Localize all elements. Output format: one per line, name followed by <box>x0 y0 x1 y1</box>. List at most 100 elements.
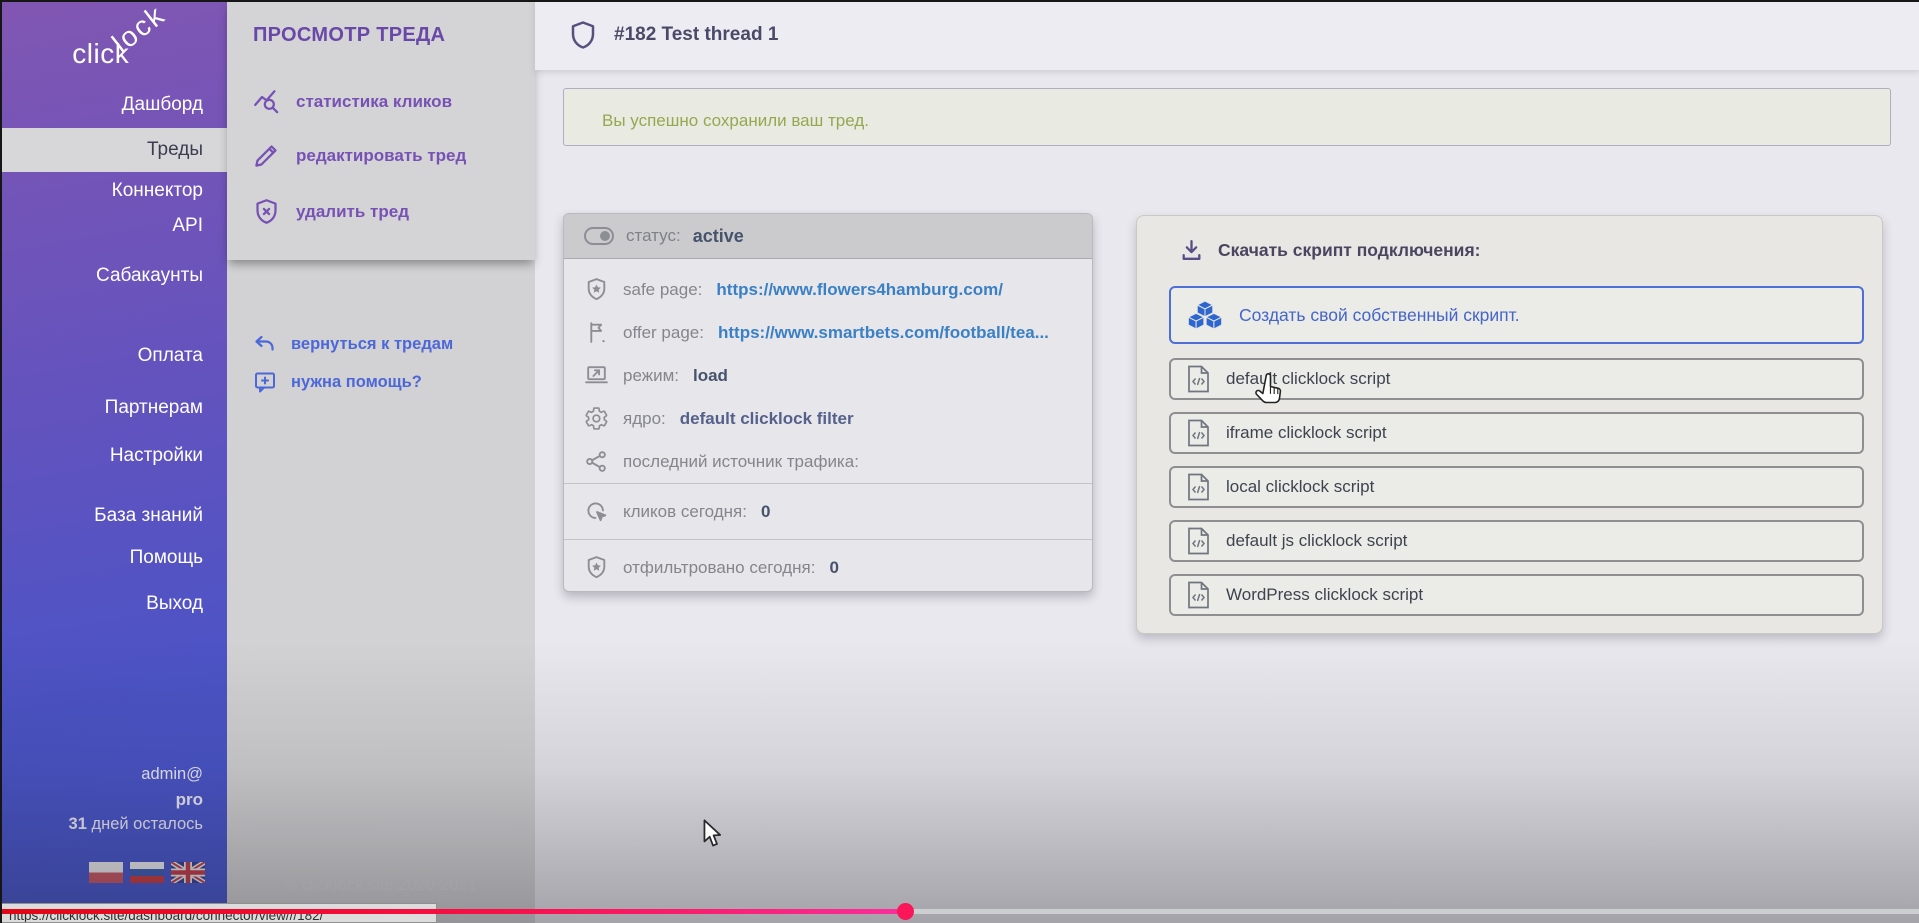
help-icon <box>253 370 277 394</box>
status-row-last-traffic-source: последний источник трафика: <box>564 440 1092 483</box>
script-button-label: WordPress clicklock script <box>1226 585 1423 605</box>
thread-menu-column: ПРОСМОТР ТРЕДА статистика кликов редакти… <box>227 0 535 923</box>
sidebar-item-payment[interactable]: Оплата <box>0 338 227 374</box>
status-row-mode: режим: load <box>564 354 1092 397</box>
link-back-to-threads[interactable]: вернуться к тредам <box>253 332 453 356</box>
page-header: #182 Test thread 1 <box>535 0 1919 70</box>
shield-star-icon <box>584 555 609 580</box>
thread-menu-title: ПРОСМОТР ТРЕДА <box>253 24 445 47</box>
thread-status-card: статус: active safe page: https://www.fl… <box>563 213 1093 592</box>
days-left-number: 31 <box>69 815 87 833</box>
row-label: offer page: <box>623 323 704 343</box>
row-label: режим: <box>623 366 679 386</box>
wordpress-clicklock-script-button[interactable]: WordPress clicklock script <box>1169 574 1864 616</box>
uk-flag-icon[interactable] <box>171 862 205 883</box>
sidebar-item-knowledge-base[interactable]: База знаний <box>0 498 227 534</box>
download-icon <box>1179 238 1204 263</box>
sidebar-item-threads[interactable]: Треды <box>0 128 227 172</box>
sidebar: clicklock Дашборд Треды Коннектор API Са… <box>0 0 227 923</box>
sidebar-item-logout[interactable]: Выход <box>0 586 227 622</box>
scripts-panel-title: Скачать скрипт подключения: <box>1179 238 1480 263</box>
menu-link-label: вернуться к тредам <box>291 335 453 354</box>
link-need-help[interactable]: нужна помощь? <box>253 370 422 394</box>
status-value: active <box>693 226 744 247</box>
stats-icon <box>253 88 280 115</box>
file-code-icon <box>1187 473 1210 501</box>
menu-item-label: удалить тред <box>296 202 409 222</box>
poland-flag-icon[interactable] <box>89 862 123 883</box>
click-icon <box>584 499 609 524</box>
row-label: ядро: <box>623 409 666 429</box>
cubes-icon <box>1187 300 1223 330</box>
row-label: кликов сегодня: <box>623 502 747 522</box>
video-progress-played <box>0 909 905 914</box>
account-email: admin@ <box>69 762 203 787</box>
menu-item-delete-thread[interactable]: удалить тред <box>253 198 409 225</box>
status-label: статус: <box>626 226 681 246</box>
sidebar-item-help[interactable]: Помощь <box>0 540 227 576</box>
status-row-core: ядро: default clicklock filter <box>564 397 1092 440</box>
video-frame-edge-left <box>0 0 2 923</box>
status-card-header: статус: active <box>564 214 1092 259</box>
status-card-body: safe page: https://www.flowers4hamburg.c… <box>564 259 1092 483</box>
language-switcher <box>89 862 205 883</box>
flag-icon <box>584 320 609 345</box>
row-label: safe page: <box>623 280 702 300</box>
local-clicklock-script-button[interactable]: local clicklock script <box>1169 466 1864 508</box>
script-button-label: local clicklock script <box>1226 477 1374 497</box>
script-button-label: default clicklock script <box>1226 369 1390 389</box>
sidebar-item-settings[interactable]: Настройки <box>0 438 227 474</box>
gear-icon <box>584 406 609 431</box>
script-button-label: Создать свой собственный скрипт. <box>1239 305 1520 326</box>
row-label: отфильтровано сегодня: <box>623 558 815 578</box>
safe-page-url-link[interactable]: https://www.flowers4hamburg.com/ <box>716 280 1003 300</box>
video-frame-edge-top <box>0 0 1919 2</box>
menu-item-label: статистика кликов <box>296 92 452 112</box>
menu-link-label: нужна помощь? <box>291 373 422 392</box>
script-button-label: default js clicklock script <box>1226 531 1407 551</box>
russia-flag-icon[interactable] <box>130 862 164 883</box>
account-plan: pro <box>69 787 203 812</box>
sidebar-item-api[interactable]: API <box>0 208 227 244</box>
edit-icon <box>253 142 280 169</box>
sidebar-item-connector[interactable]: Коннектор <box>0 173 227 209</box>
sidebar-item-dashboard[interactable]: Дашборд <box>0 87 227 123</box>
file-code-icon <box>1187 581 1210 609</box>
clicklock-logo: clicklock <box>72 38 187 70</box>
status-row-safe-page: safe page: https://www.flowers4hamburg.c… <box>564 268 1092 311</box>
shield-icon <box>568 20 598 50</box>
menu-item-click-stats[interactable]: статистика кликов <box>253 88 452 115</box>
mode-value: load <box>693 366 728 386</box>
success-alert-text: Вы успешно сохранили ваш тред. <box>602 111 869 131</box>
shield-x-icon <box>253 198 280 225</box>
clicks-today-value: 0 <box>761 502 770 522</box>
video-progress-handle[interactable] <box>897 903 914 920</box>
stat-row-clicks-today: кликов сегодня: 0 <box>564 483 1092 539</box>
mouse-arrow-cursor <box>703 819 725 849</box>
scripts-panel-title-text: Скачать скрипт подключения: <box>1218 240 1480 261</box>
row-label: последний источник трафика: <box>623 452 859 472</box>
core-value: default clicklock filter <box>680 409 854 429</box>
copyright-footer: © clicklock.site 2020-2021 <box>227 876 535 895</box>
account-info: admin@ pro 31 дней осталось <box>69 762 203 837</box>
status-row-offer-page: offer page: https://www.smartbets.com/fo… <box>564 311 1092 354</box>
stat-row-filtered-today: отфильтровано сегодня: 0 <box>564 539 1092 595</box>
iframe-clicklock-script-button[interactable]: iframe clicklock script <box>1169 412 1864 454</box>
file-code-icon <box>1187 527 1210 555</box>
menu-item-edit-thread[interactable]: редактировать тред <box>253 142 466 169</box>
thread-menu-block: ПРОСМОТР ТРЕДА статистика кликов редакти… <box>227 0 535 260</box>
video-progress-bar[interactable] <box>0 909 1919 914</box>
sidebar-item-partners[interactable]: Партнерам <box>0 390 227 426</box>
default-js-clicklock-script-button[interactable]: default js clicklock script <box>1169 520 1864 562</box>
success-alert: Вы успешно сохранили ваш тред. <box>563 88 1891 146</box>
share-icon <box>584 449 609 474</box>
page-title: #182 Test thread 1 <box>614 24 778 46</box>
create-own-script-button[interactable]: Создать свой собственный скрипт. <box>1169 286 1864 344</box>
file-code-icon <box>1187 365 1210 393</box>
sidebar-item-subaccounts[interactable]: Сабакаунты <box>0 258 227 294</box>
offer-page-url-link[interactable]: https://www.smartbets.com/football/tea..… <box>718 323 1049 343</box>
download-scripts-panel: Скачать скрипт подключения: Создать свой… <box>1136 215 1883 634</box>
back-icon <box>253 332 277 356</box>
default-clicklock-script-button[interactable]: default clicklock script <box>1169 358 1864 400</box>
script-button-label: iframe clicklock script <box>1226 423 1387 443</box>
